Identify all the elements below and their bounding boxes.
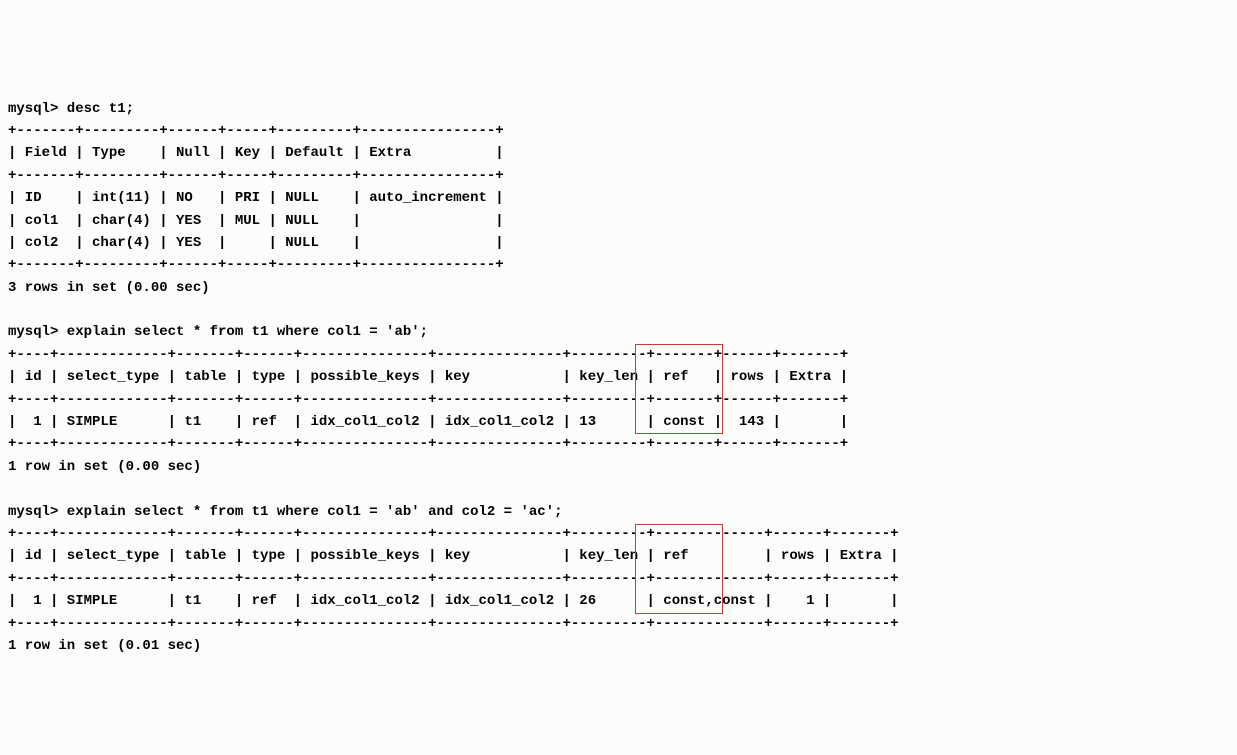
desc-border-mid: +-------+---------+------+-----+--------… — [8, 168, 504, 184]
desc-border-bot: +-------+---------+------+-----+--------… — [8, 257, 504, 273]
explain1-section: mysql> explain select * from t1 where co… — [8, 321, 899, 455]
explain1-row-0: | 1 | SIMPLE | t1 | ref | idx_col1_col2 … — [8, 414, 848, 430]
desc-summary: 3 rows in set (0.00 sec) — [8, 280, 210, 296]
explain2-border-mid: +----+-------------+-------+------+-----… — [8, 571, 899, 587]
terminal-output: mysql> desc t1; +-------+---------+-----… — [8, 98, 899, 658]
explain2-section: mysql> explain select * from t1 where co… — [8, 501, 899, 635]
explain2-summary: 1 row in set (0.01 sec) — [8, 638, 201, 654]
mysql-prompt-1: mysql> desc t1; — [8, 101, 134, 117]
explain1-border-top: +----+-------------+-------+------+-----… — [8, 347, 848, 363]
desc-row-1: | col1 | char(4) | YES | MUL | NULL | | — [8, 213, 504, 229]
explain2-header: | id | select_type | table | type | poss… — [8, 548, 899, 564]
desc-row-0: | ID | int(11) | NO | PRI | NULL | auto_… — [8, 190, 504, 206]
explain2-border-bot: +----+-------------+-------+------+-----… — [8, 616, 899, 632]
desc-border-top: +-------+---------+------+-----+--------… — [8, 123, 504, 139]
explain1-summary: 1 row in set (0.00 sec) — [8, 459, 201, 475]
explain2-row-0: | 1 | SIMPLE | t1 | ref | idx_col1_col2 … — [8, 593, 899, 609]
mysql-prompt-3: mysql> explain select * from t1 where co… — [8, 504, 563, 520]
explain1-border-bot: +----+-------------+-------+------+-----… — [8, 436, 848, 452]
desc-header: | Field | Type | Null | Key | Default | … — [8, 145, 504, 161]
mysql-prompt-2: mysql> explain select * from t1 where co… — [8, 324, 428, 340]
explain1-border-mid: +----+-------------+-------+------+-----… — [8, 392, 848, 408]
explain2-border-top: +----+-------------+-------+------+-----… — [8, 526, 899, 542]
desc-row-2: | col2 | char(4) | YES | | NULL | | — [8, 235, 504, 251]
explain1-header: | id | select_type | table | type | poss… — [8, 369, 848, 385]
